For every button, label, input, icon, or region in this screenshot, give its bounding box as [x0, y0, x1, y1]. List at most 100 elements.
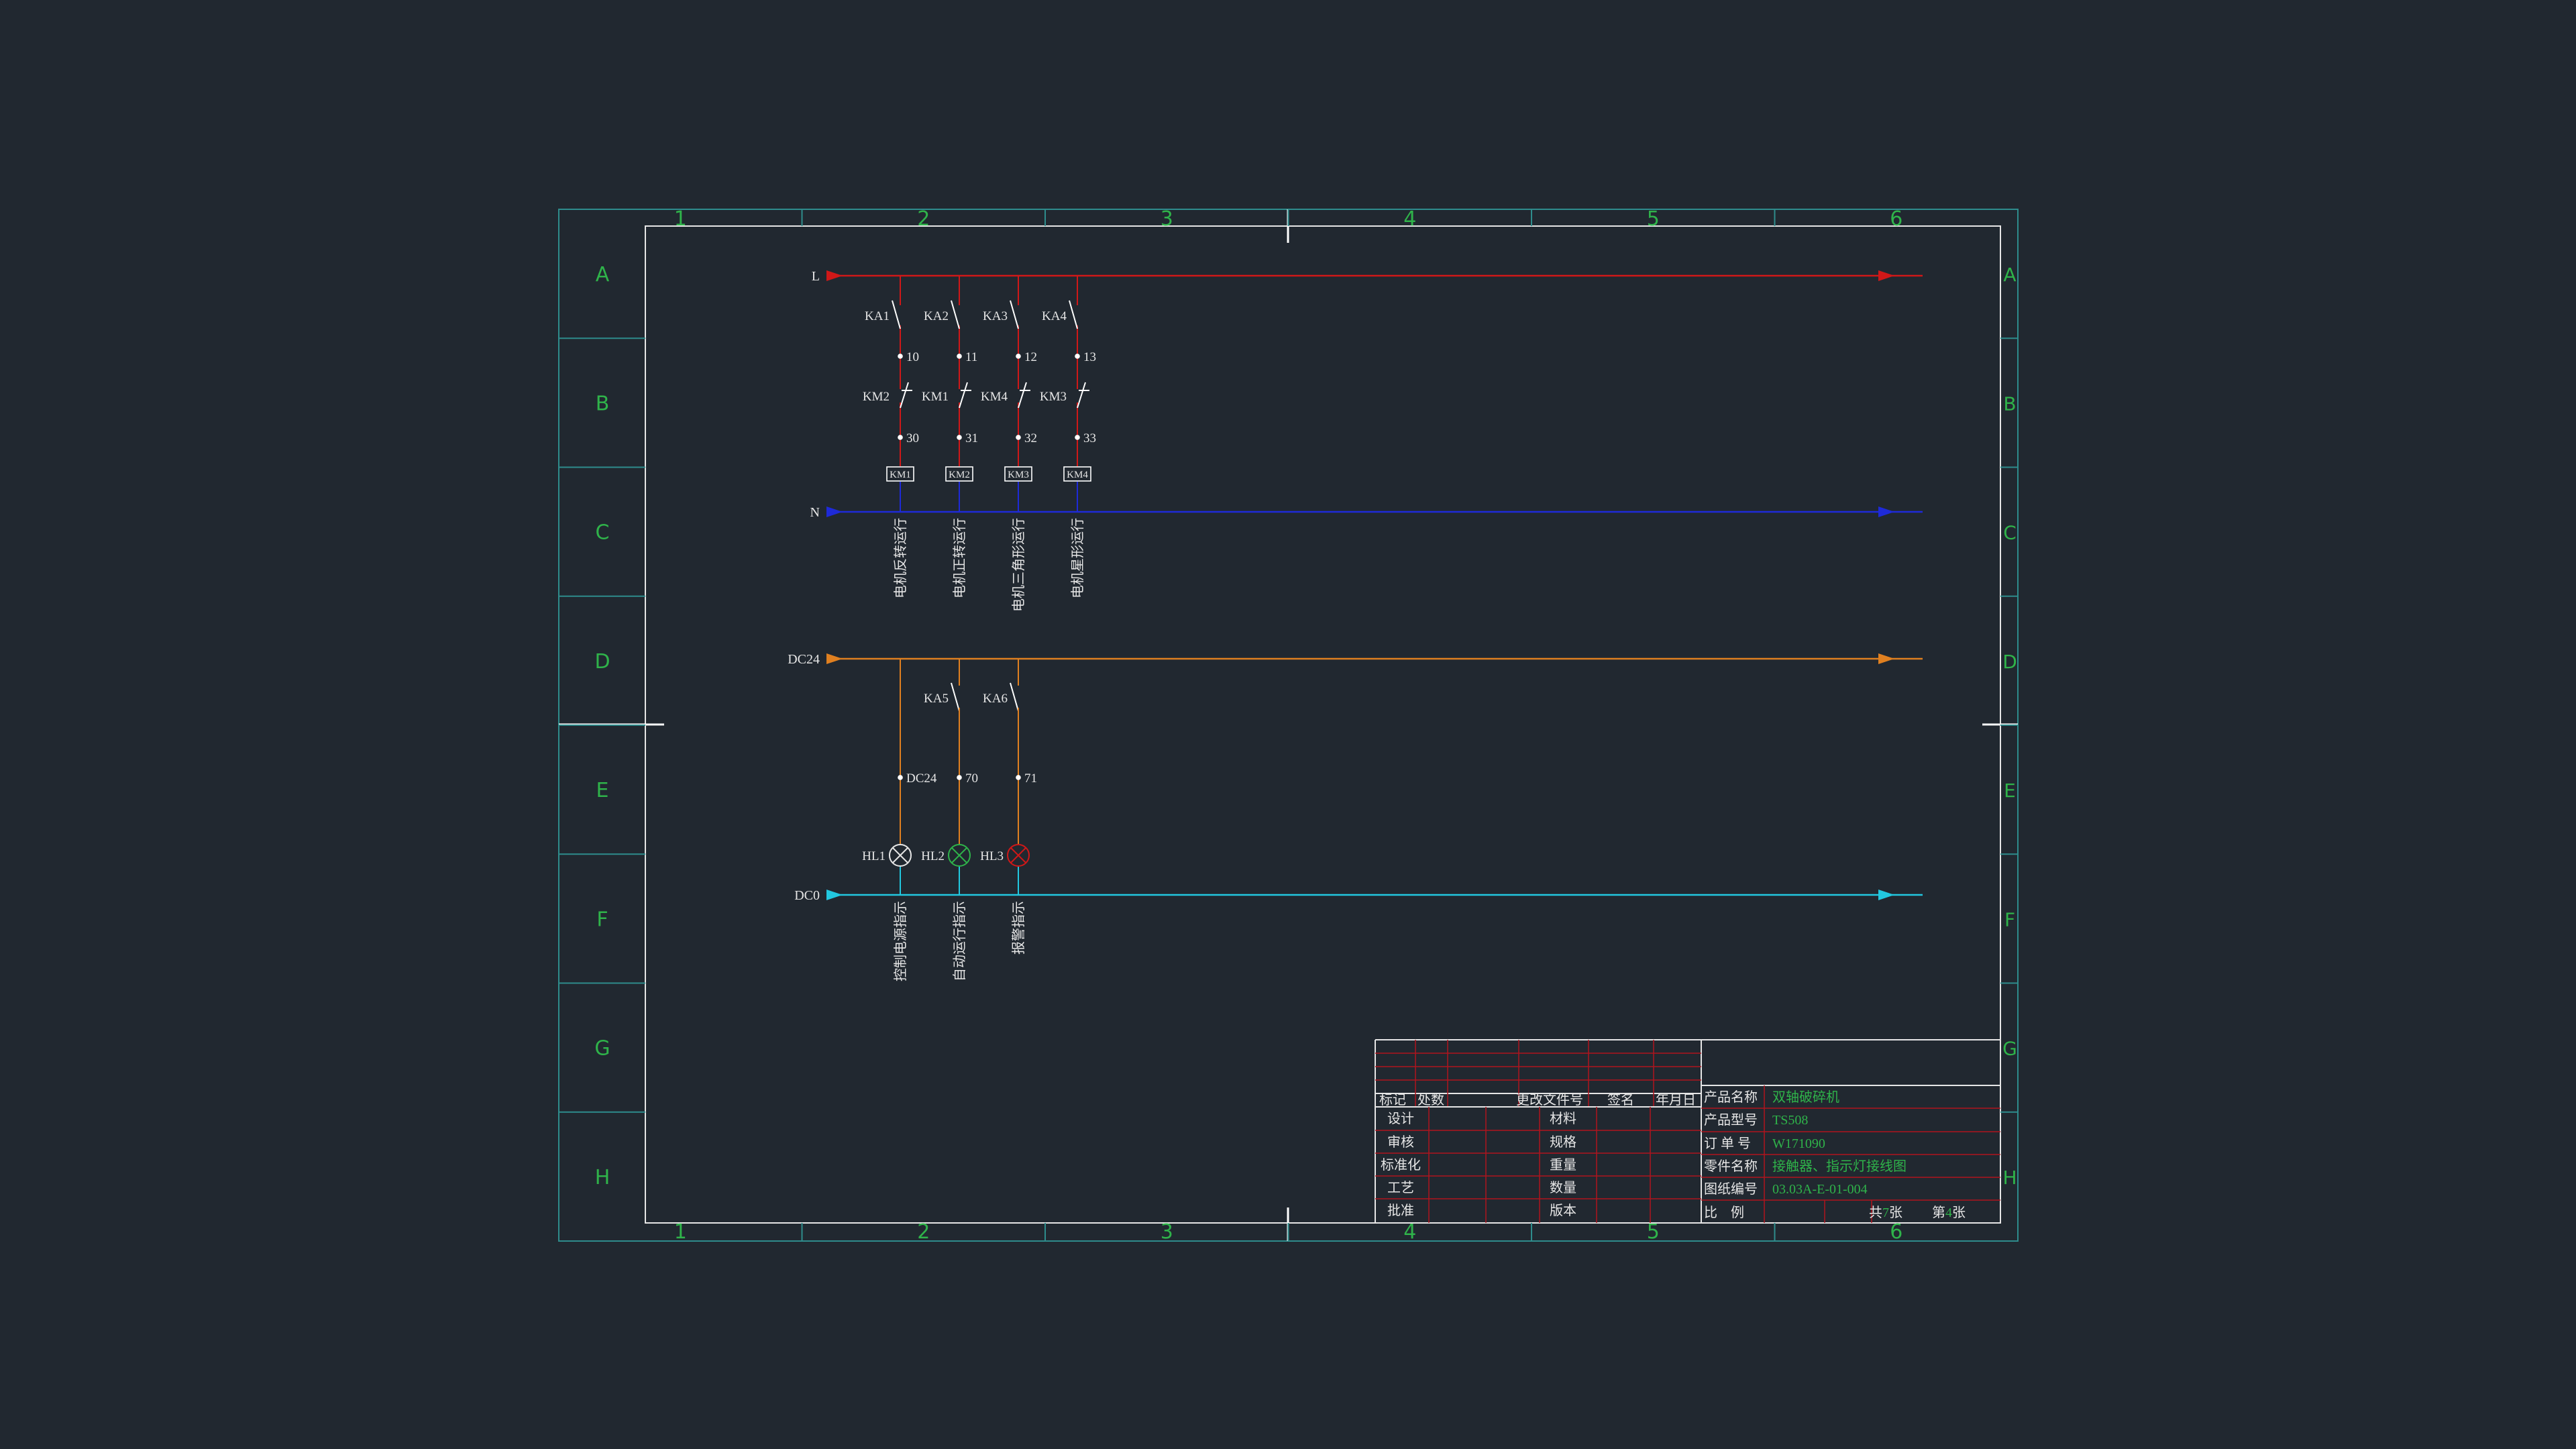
- sheet-total-part: 7: [1882, 1205, 1889, 1220]
- zone-column-label-bottom: 6: [1890, 1220, 1902, 1244]
- bus-dc0-arrow-right: [1878, 890, 1894, 900]
- terminal-dot: [1016, 775, 1021, 780]
- terminal-label: DC24: [906, 771, 937, 786]
- terminal-label: 71: [1024, 771, 1037, 786]
- property-label: 材料: [1550, 1111, 1576, 1126]
- indicator-lamp-circuit: DC24 HL1 控制电源指示 KA5 70 HL2 自动运行指示 KA6 71 HL3 报警指示: [862, 659, 1037, 981]
- zone-row-label-right: C: [2003, 522, 2017, 544]
- signoff-label: 审核: [1387, 1134, 1414, 1150]
- terminal-dot: [898, 354, 903, 359]
- lamp-description: 控制电源指示: [892, 901, 908, 981]
- contact-label: KA6: [983, 692, 1008, 706]
- no-contact-symbol: [1010, 300, 1019, 329]
- zone-row-label-left: F: [596, 908, 608, 931]
- bus-dc0-arrow-left: [826, 890, 843, 900]
- nc-contact-symbol: [900, 382, 909, 409]
- terminal-dot: [1016, 435, 1021, 440]
- branch-description: 电机星形运行: [1069, 518, 1085, 598]
- zone-column-label-top: 1: [674, 207, 687, 231]
- revision-header-label: 标记: [1379, 1092, 1406, 1108]
- property-label: 数量: [1550, 1180, 1576, 1195]
- coil-label: KM2: [949, 470, 970, 480]
- bus-l-arrow-right: [1878, 270, 1894, 281]
- property-label: 版本: [1550, 1203, 1576, 1218]
- sheet-total-part: 张: [1889, 1205, 1902, 1220]
- zone-row-label-left: E: [596, 779, 609, 802]
- nc-contact-symbol: [959, 382, 968, 409]
- zone-row-label-left: H: [595, 1166, 610, 1189]
- contact-label: KA1: [865, 309, 890, 323]
- lamp-description: 自动运行指示: [951, 901, 967, 981]
- terminal-dot: [957, 435, 962, 440]
- zone-column-label-top: 2: [917, 207, 930, 231]
- contactor-circuit: KA1 10 KM2 30 KM1 电机反转运行 KA2 11 KM1 31 KM2 电机正转运行 KA…: [863, 276, 1096, 612]
- zone-column-label-top: 5: [1647, 207, 1660, 231]
- inner-border: [645, 225, 2001, 1224]
- contact-label: KA3: [983, 309, 1008, 323]
- terminal-label: 32: [1024, 431, 1037, 445]
- signoff-label: 标准化: [1381, 1157, 1421, 1173]
- terminal-dot: [1075, 354, 1080, 359]
- zone-column-label-bottom: 2: [917, 1220, 930, 1244]
- revision-header-label: 处数: [1417, 1092, 1444, 1108]
- interlock-label: KM1: [922, 390, 949, 404]
- contact-label: KA2: [924, 309, 949, 323]
- zone-column-label-top: 4: [1403, 207, 1416, 231]
- sheet-total-part: 共: [1869, 1205, 1882, 1220]
- interlock-label: KM2: [863, 390, 890, 404]
- coil-label: KM3: [1008, 470, 1029, 480]
- terminal-label: 33: [1083, 431, 1096, 445]
- info-value: TS508: [1772, 1113, 1808, 1128]
- info-value: 接触器、指示灯接线图: [1772, 1159, 1907, 1174]
- terminal-label: 11: [965, 350, 977, 364]
- no-contact-symbol: [1069, 300, 1078, 329]
- coil-label: KM1: [890, 470, 911, 480]
- bus-dc0-label: DC0: [794, 888, 820, 903]
- bus-dc24-arrow-right: [1878, 653, 1894, 664]
- lamp-label: HL2: [921, 849, 945, 863]
- nc-contact-symbol: [1018, 382, 1027, 409]
- zone-row-label-right: D: [2002, 651, 2017, 673]
- bus-l-label: L: [812, 269, 820, 284]
- zone-row-label-left: D: [594, 650, 610, 674]
- sheet-total-text: 共7张: [1869, 1205, 1902, 1220]
- branch-description: 电机三角形运行: [1010, 518, 1026, 612]
- zone-row-label-left: C: [596, 521, 610, 545]
- info-value: W171090: [1772, 1136, 1825, 1151]
- terminal-dot: [898, 775, 903, 780]
- info-label: 订 单 号: [1704, 1136, 1751, 1151]
- no-contact-symbol: [892, 300, 901, 329]
- zone-row-label-right: H: [2002, 1167, 2017, 1189]
- info-value: 双轴破碎机: [1772, 1089, 1839, 1105]
- signoff-label: 工艺: [1387, 1180, 1414, 1195]
- sheet-number-part: 4: [1945, 1205, 1952, 1220]
- zone-column-label-bottom: 1: [674, 1220, 687, 1244]
- zone-column-label-bottom: 3: [1161, 1220, 1173, 1244]
- bus-l-arrow-left: [826, 270, 843, 281]
- bus-dc24-label: DC24: [788, 652, 820, 667]
- sheet-number-part: 第: [1932, 1205, 1945, 1220]
- info-label: 零件名称: [1704, 1159, 1758, 1174]
- lamp-description: 报警指示: [1010, 901, 1026, 955]
- scale-label: 比 例: [1704, 1205, 1744, 1220]
- lamp-label: HL1: [862, 849, 885, 863]
- branch-description: 电机正转运行: [951, 518, 967, 598]
- terminal-label: 30: [906, 431, 919, 445]
- zone-row-label-left: G: [594, 1037, 610, 1061]
- contact-label: KA4: [1042, 309, 1067, 323]
- info-value: 03.03A-E-01-004: [1772, 1182, 1868, 1197]
- sheet-number-part: 张: [1952, 1205, 1966, 1220]
- info-label: 图纸编号: [1704, 1181, 1758, 1197]
- nc-contact-symbol: [1077, 382, 1086, 409]
- schematic-drawing: 112233445566A AB BC CD DE EF FG GH H LNDC24DC0 K…: [558, 207, 2019, 1244]
- info-label: 产品名称: [1704, 1089, 1758, 1105]
- terminal-label: 10: [906, 350, 919, 364]
- terminal-label: 31: [965, 431, 978, 445]
- branch-description: 电机反转运行: [892, 518, 908, 598]
- coil-label: KM4: [1067, 470, 1088, 480]
- terminal-dot: [957, 775, 962, 780]
- zone-column-label-bottom: 5: [1647, 1220, 1660, 1244]
- bus-n-arrow-right: [1878, 506, 1894, 517]
- outer-border: [558, 209, 2019, 1242]
- zone-grid-labels: 112233445566A AB BC CD DE EF FG GH H: [559, 207, 2018, 1244]
